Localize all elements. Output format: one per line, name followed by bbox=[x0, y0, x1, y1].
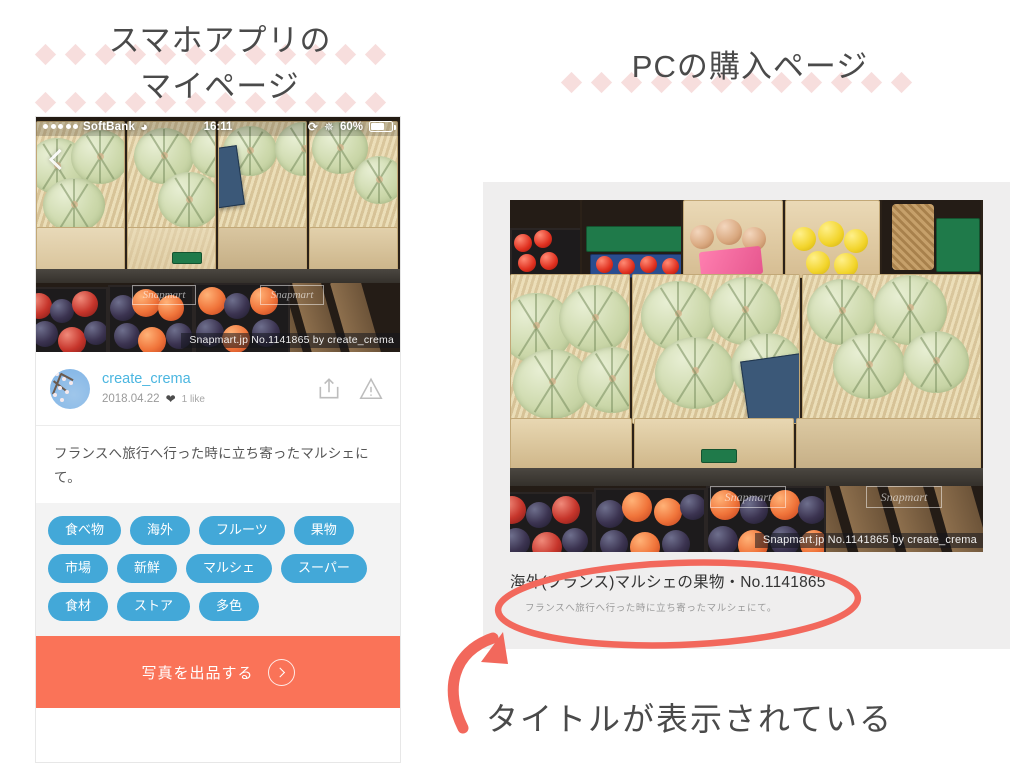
heading-smartphone-text1: スマホアプリの bbox=[108, 23, 332, 58]
tag-chip[interactable]: 食材 bbox=[48, 592, 109, 622]
photo-watermark: Snapmart.jp No.1141865 by create_crema bbox=[181, 333, 400, 348]
author-meta: create_crema 2018.04.22 ❤ 1 like bbox=[102, 371, 300, 406]
annotation-caption: タイトルが表示されている bbox=[486, 701, 894, 737]
market-photo-artwork bbox=[36, 117, 400, 352]
watermark-box-2: Snapmart bbox=[260, 285, 324, 305]
heading-pc-line1: PCの購入ページ bbox=[560, 44, 940, 94]
heading-pc-page: PCの購入ページ bbox=[560, 44, 940, 94]
watermark-box-2: Snapmart bbox=[866, 486, 942, 508]
watermark-box-1: Snapmart bbox=[132, 285, 196, 305]
heading-pc-text1: PCの購入ページ bbox=[631, 49, 869, 84]
chevron-right-icon bbox=[267, 658, 295, 686]
tag-chip[interactable]: スーパー bbox=[281, 554, 367, 584]
photo-author-row: create_crema 2018.04.22 ❤ 1 like bbox=[36, 352, 400, 426]
tag-chip[interactable]: 市場 bbox=[48, 554, 109, 584]
battery-icon bbox=[369, 121, 396, 132]
heading-smartphone-line1: スマホアプリの bbox=[30, 18, 410, 66]
tag-chip[interactable]: フルーツ bbox=[199, 516, 285, 546]
author-substats: 2018.04.22 ❤ 1 like bbox=[102, 392, 300, 406]
avatar[interactable] bbox=[50, 368, 90, 409]
heading-smartphone-line2: マイページ bbox=[30, 64, 410, 114]
smartphone-mockup: SoftBank ◕ 16:11 ⟳ ✵ 60% 4g Snapmart Sna… bbox=[36, 117, 400, 762]
heart-icon: ❤ bbox=[165, 392, 176, 406]
tag-chip[interactable]: 食べ物 bbox=[48, 516, 122, 546]
status-bar: SoftBank ◕ 16:11 ⟳ ✵ 60% bbox=[36, 117, 400, 136]
tag-chip[interactable]: 海外 bbox=[130, 516, 191, 546]
upload-date: 2018.04.22 bbox=[102, 393, 160, 405]
sell-photo-label: 写真を出品する bbox=[141, 664, 254, 682]
tag-chip[interactable]: ストア bbox=[117, 592, 191, 622]
photo-description: フランスへ旅行へ行った時に立ち寄ったマルシェにて。 bbox=[36, 426, 400, 504]
author-username[interactable]: create_crema bbox=[102, 371, 300, 387]
tag-chip[interactable]: 新鮮 bbox=[117, 554, 178, 584]
product-photo-pc[interactable]: Snapmart Snapmart Snapmart.jp No.1141865… bbox=[510, 200, 983, 552]
heading-smartphone-app: スマホアプリの マイページ bbox=[30, 18, 410, 114]
pc-product-description: フランスへ旅行へ行った時に立ち寄ったマルシェにて。 bbox=[525, 603, 778, 614]
pc-purchase-page: Snapmart Snapmart Snapmart.jp No.1141865… bbox=[483, 182, 1010, 649]
like-count: 1 like bbox=[181, 393, 205, 405]
slide-canvas: スマホアプリの マイページ PCの購入ページ SoftBank ◕ 16:11 … bbox=[0, 0, 1024, 768]
photo-watermark: Snapmart.jp No.1141865 by create_crema bbox=[754, 533, 983, 548]
pc-product-title: 海外(フランス)マルシェの果物・No.1141865 bbox=[510, 574, 826, 591]
watermark-box-1: Snapmart bbox=[710, 486, 786, 508]
tag-chip[interactable]: 果物 bbox=[293, 516, 354, 546]
share-icon[interactable] bbox=[316, 376, 342, 402]
report-warning-icon[interactable] bbox=[358, 376, 384, 402]
tag-chip[interactable]: 多色 bbox=[199, 592, 260, 622]
tag-chip[interactable]: マルシェ bbox=[186, 554, 273, 584]
battery-percent-label: 60% bbox=[339, 120, 363, 133]
bluetooth-icon: ✵ bbox=[323, 119, 334, 134]
heading-smartphone-text2: マイページ bbox=[140, 69, 300, 104]
product-photo-phone[interactable]: Snapmart Snapmart Snapmart.jp No.1141865… bbox=[36, 117, 400, 352]
tag-list: 食べ物 海外 フルーツ 果物 市場 新鮮 マルシェ スーパー 食材 ストア 多色 bbox=[36, 503, 400, 637]
rotation-lock-icon: ⟳ bbox=[307, 119, 318, 134]
sell-photo-button[interactable]: 写真を出品する bbox=[36, 636, 400, 709]
